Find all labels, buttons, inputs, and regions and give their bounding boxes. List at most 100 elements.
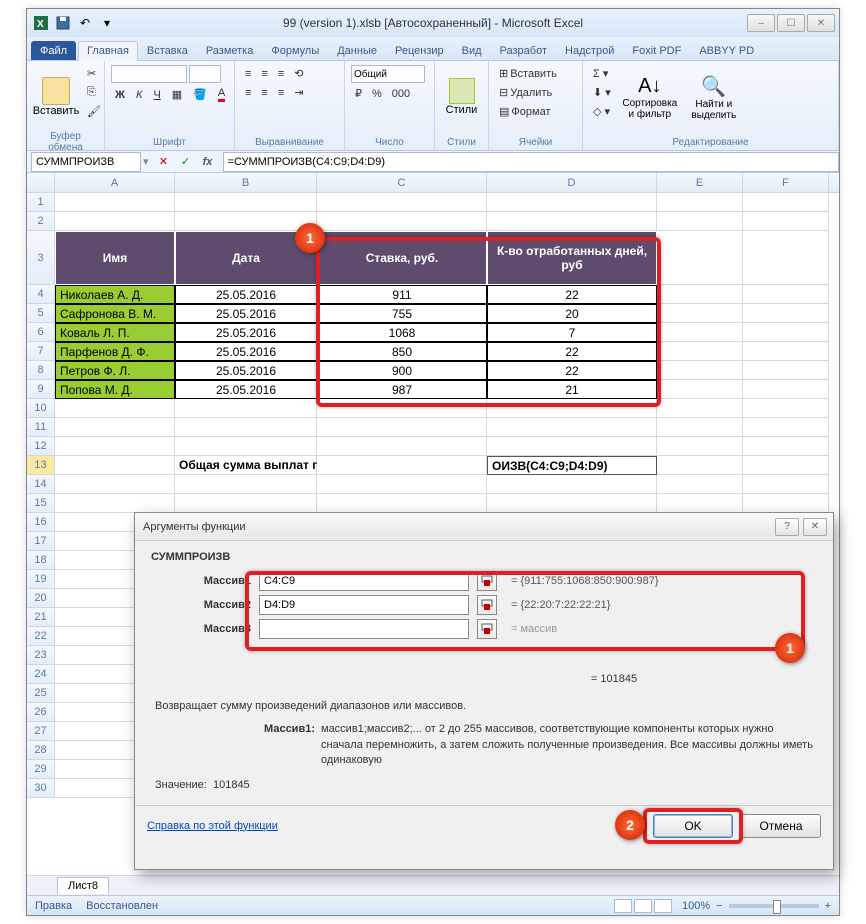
col-B[interactable]: B bbox=[175, 173, 317, 192]
cell[interactable] bbox=[743, 231, 829, 285]
cell[interactable] bbox=[657, 231, 743, 285]
cell[interactable] bbox=[743, 475, 829, 494]
cell[interactable] bbox=[657, 456, 743, 475]
row-10[interactable]: 10 bbox=[27, 399, 55, 418]
view-normal[interactable] bbox=[614, 899, 632, 913]
cell[interactable] bbox=[743, 323, 829, 342]
cell[interactable] bbox=[175, 437, 317, 456]
row-17[interactable]: 17 bbox=[27, 532, 55, 551]
paste-button[interactable]: Вставить bbox=[33, 65, 79, 129]
cut-button[interactable]: ✂ bbox=[83, 65, 105, 82]
align-left[interactable]: ≡ bbox=[241, 84, 255, 101]
cell-name[interactable]: Парфенов Д. Ф. bbox=[55, 342, 175, 361]
cell[interactable] bbox=[657, 285, 743, 304]
cell[interactable] bbox=[55, 494, 175, 513]
view-layout[interactable] bbox=[634, 899, 652, 913]
cell[interactable] bbox=[743, 304, 829, 323]
row-14[interactable]: 14 bbox=[27, 475, 55, 494]
range-picker-1[interactable] bbox=[477, 595, 497, 615]
cell[interactable] bbox=[175, 475, 317, 494]
cell[interactable] bbox=[55, 475, 175, 494]
header-name[interactable]: Имя bbox=[55, 231, 175, 285]
currency[interactable]: ₽ bbox=[351, 85, 366, 102]
sort-filter[interactable]: A↓Сортировка и фильтр bbox=[619, 65, 681, 129]
cell-days[interactable]: 22 bbox=[487, 342, 657, 361]
cell[interactable] bbox=[487, 475, 657, 494]
cell[interactable] bbox=[743, 212, 829, 231]
cell[interactable] bbox=[743, 418, 829, 437]
row-4[interactable]: 4 bbox=[27, 285, 55, 304]
accept-formula-icon[interactable]: ✓ bbox=[177, 153, 195, 171]
header-days[interactable]: К-во отработанных дней, руб bbox=[487, 231, 657, 285]
cell[interactable] bbox=[657, 361, 743, 380]
bold-button[interactable]: Ж bbox=[111, 85, 129, 104]
row-29[interactable]: 29 bbox=[27, 760, 55, 779]
styles-button[interactable]: Стили bbox=[441, 65, 482, 129]
cell[interactable] bbox=[55, 212, 175, 231]
comma[interactable]: 000 bbox=[388, 85, 414, 102]
cell-days[interactable]: 22 bbox=[487, 285, 657, 304]
font-size[interactable] bbox=[189, 65, 221, 83]
row-5[interactable]: 5 bbox=[27, 304, 55, 323]
cell[interactable] bbox=[657, 323, 743, 342]
total-label[interactable]: Общая сумма выплат по предприятию bbox=[175, 456, 317, 475]
close-button[interactable]: ✕ bbox=[807, 14, 835, 32]
copy-button[interactable]: ⎘ bbox=[83, 84, 105, 101]
maximize-button[interactable]: ☐ bbox=[777, 14, 805, 32]
row-18[interactable]: 18 bbox=[27, 551, 55, 570]
delete-cells[interactable]: ⊟ Удалить bbox=[495, 84, 556, 101]
row-27[interactable]: 27 bbox=[27, 722, 55, 741]
cell[interactable] bbox=[487, 193, 657, 212]
col-C[interactable]: C bbox=[317, 173, 487, 192]
cell-days[interactable]: 21 bbox=[487, 380, 657, 399]
cell-days[interactable]: 7 bbox=[487, 323, 657, 342]
cell-rate[interactable]: 900 bbox=[317, 361, 487, 380]
dialog-close-button[interactable]: ✕ bbox=[803, 518, 827, 536]
row-22[interactable]: 22 bbox=[27, 627, 55, 646]
number-format[interactable] bbox=[351, 65, 425, 83]
insert-cells[interactable]: ⊞ Вставить bbox=[495, 65, 561, 82]
cell[interactable] bbox=[743, 342, 829, 361]
cell[interactable] bbox=[317, 399, 487, 418]
row-13[interactable]: 13 bbox=[27, 456, 55, 475]
row-24[interactable]: 24 bbox=[27, 665, 55, 684]
cell[interactable] bbox=[657, 399, 743, 418]
cell[interactable] bbox=[487, 212, 657, 231]
tab-review[interactable]: Рецензир bbox=[386, 41, 453, 60]
dialog-help-button[interactable]: ? bbox=[775, 518, 799, 536]
cancel-formula-icon[interactable]: ✕ bbox=[155, 153, 173, 171]
col-D[interactable]: D bbox=[487, 173, 657, 192]
formula-input[interactable]: =СУММПРОИЗВ(C4:C9;D4:D9) bbox=[223, 152, 839, 172]
minimize-button[interactable]: – bbox=[747, 14, 775, 32]
cell-date[interactable]: 25.05.2016 bbox=[175, 285, 317, 304]
cell[interactable] bbox=[657, 418, 743, 437]
cancel-button[interactable]: Отмена bbox=[741, 814, 821, 838]
row-20[interactable]: 20 bbox=[27, 589, 55, 608]
cell[interactable] bbox=[317, 437, 487, 456]
cell[interactable] bbox=[175, 399, 317, 418]
tab-insert[interactable]: Вставка bbox=[138, 41, 197, 60]
row-26[interactable]: 26 bbox=[27, 703, 55, 722]
cell-date[interactable]: 25.05.2016 bbox=[175, 304, 317, 323]
cell-date[interactable]: 25.05.2016 bbox=[175, 361, 317, 380]
row-7[interactable]: 7 bbox=[27, 342, 55, 361]
dialog-titlebar[interactable]: Аргументы функции ? ✕ bbox=[135, 513, 833, 541]
cell[interactable] bbox=[657, 342, 743, 361]
cell[interactable] bbox=[657, 494, 743, 513]
align-center[interactable]: ≡ bbox=[257, 84, 271, 101]
zoom-level[interactable]: 100% bbox=[682, 900, 710, 912]
cell-date[interactable]: 25.05.2016 bbox=[175, 342, 317, 361]
percent[interactable]: % bbox=[368, 85, 386, 102]
fill-color-button[interactable]: 🪣 bbox=[189, 85, 211, 104]
align-mid[interactable]: ≡ bbox=[257, 65, 271, 82]
col-A[interactable]: A bbox=[55, 173, 175, 192]
italic-button[interactable]: К bbox=[132, 85, 146, 104]
clear[interactable]: ◇ ▾ bbox=[589, 103, 615, 120]
tab-file[interactable]: Файл bbox=[31, 41, 76, 60]
cell[interactable] bbox=[317, 456, 487, 475]
range-picker-0[interactable] bbox=[477, 571, 497, 591]
cell-rate[interactable]: 850 bbox=[317, 342, 487, 361]
cell[interactable] bbox=[55, 456, 175, 475]
orient[interactable]: ⟲ bbox=[290, 65, 307, 82]
cell[interactable] bbox=[55, 418, 175, 437]
